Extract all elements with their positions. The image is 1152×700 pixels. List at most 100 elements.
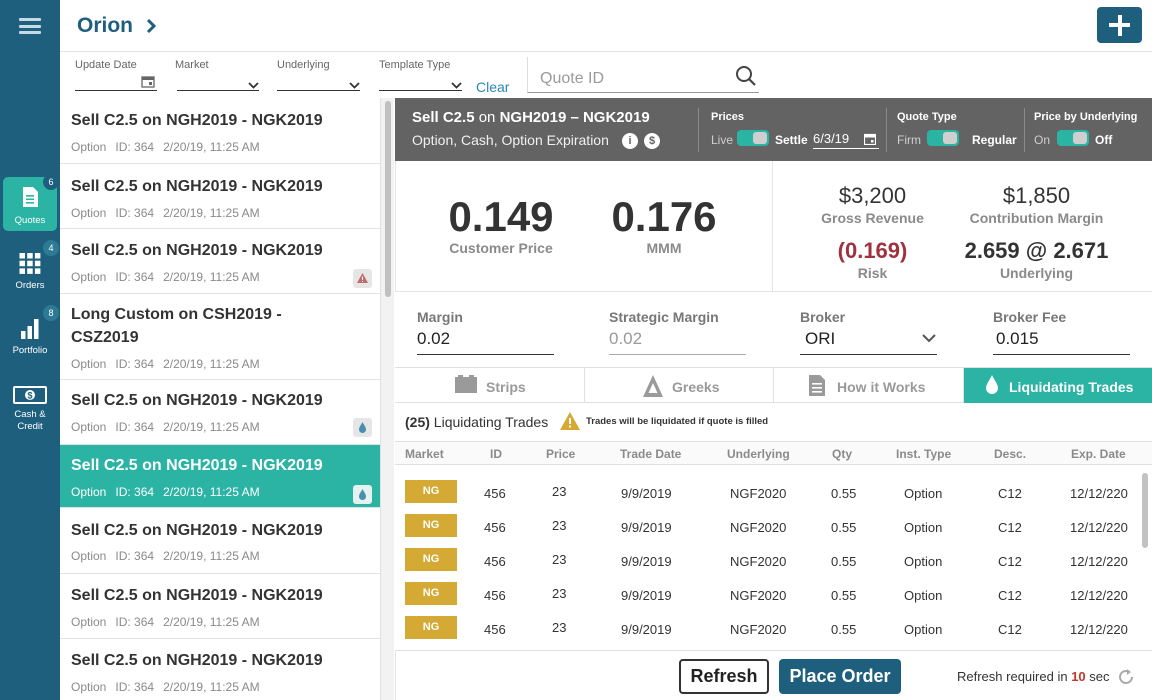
nav-portfolio-label: Portfolio — [12, 345, 48, 356]
margin-field[interactable]: Margin 0.02 — [417, 309, 554, 355]
col-exp-date[interactable]: Exp. Date — [1071, 447, 1126, 461]
nav-orders[interactable]: 4 Orders — [3, 240, 59, 297]
table-row[interactable]: NG 456 23 9/9/2019 NGF2020 0.55 Option C… — [395, 476, 1140, 510]
price-by-underlying-toggle[interactable] — [1057, 130, 1089, 146]
list-item[interactable]: Sell C2.5 on NGH2019 - NGK2019 Option ID:… — [60, 508, 380, 574]
bar-chart-icon — [21, 319, 39, 339]
tab-greeks[interactable]: Greeks — [585, 368, 774, 403]
underlying-filter[interactable]: Underlying — [277, 59, 360, 91]
list-scrollbar[interactable] — [380, 98, 394, 700]
col-inst-type[interactable]: Inst. Type — [896, 447, 951, 461]
menu-icon[interactable] — [19, 18, 41, 34]
list-item-title: Sell C2.5 on NGH2019 - NGK2019 — [71, 178, 323, 195]
table-row[interactable]: NG 456 23 9/9/2019 NGF2020 0.55 Option C… — [395, 578, 1140, 612]
cell-exp-date: 12/12/220 — [1070, 588, 1128, 603]
template-type-filter[interactable]: Template Type — [379, 59, 462, 91]
list-item-meta: Option ID: 364 2/20/19, 11:25 AM — [71, 485, 260, 499]
market-filter[interactable]: Market — [175, 59, 259, 91]
list-item-meta: Option ID: 364 2/20/19, 11:25 AM — [71, 549, 260, 563]
action-footer: Refresh Place Order Refresh required in … — [395, 650, 1152, 700]
broker-value[interactable]: ORI — [805, 329, 835, 349]
cell-inst-type: Option — [904, 554, 943, 569]
strategic-margin-field: Strategic Margin 0.02 — [609, 309, 746, 355]
col-underlying[interactable]: Underlying — [727, 447, 790, 461]
drop-icon — [986, 375, 998, 394]
nav-quotes[interactable]: 6 Quotes — [3, 174, 59, 231]
cell-trade-date: 9/9/2019 — [621, 554, 672, 569]
settle-date: 6/3/19 — [813, 131, 850, 146]
place-order-button[interactable]: Place Order — [779, 659, 901, 694]
chevron-down-icon — [451, 82, 462, 89]
chevron-right-icon[interactable] — [146, 18, 156, 34]
table-row[interactable]: NG 456 23 9/9/2019 NGF2020 0.55 Option C… — [395, 612, 1140, 646]
list-item[interactable]: Long Custom on CSH2019 - CSZ2019 Option I… — [60, 294, 380, 380]
quote-id-search[interactable]: Quote ID — [527, 57, 759, 93]
nav-portfolio[interactable]: 8 Portfolio — [3, 305, 59, 362]
app-title[interactable]: Orion — [77, 14, 133, 38]
broker-fee-input[interactable]: 0.015 — [996, 329, 1039, 349]
strips-icon — [455, 375, 477, 393]
refresh-button[interactable]: Refresh — [679, 659, 769, 694]
col-desc[interactable]: Desc. — [994, 447, 1026, 461]
cell-desc: C12 — [998, 486, 1022, 501]
margin-input[interactable]: 0.02 — [417, 329, 450, 349]
calendar-icon[interactable] — [864, 133, 876, 145]
liquidating-trades-title: (25) Liquidating Trades — [405, 414, 549, 430]
nav-cash-credit[interactable]: $ Cash & Credit — [3, 379, 57, 433]
refresh-icon[interactable] — [1116, 667, 1136, 687]
col-market[interactable]: Market — [405, 447, 444, 461]
filter-bar: Update Date Market Underlying Template T… — [60, 52, 1152, 98]
cell-qty: 0.55 — [831, 588, 857, 603]
col-trade-date[interactable]: Trade Date — [620, 447, 681, 461]
list-scroll-thumb[interactable] — [385, 101, 391, 297]
grid-icon — [19, 253, 41, 274]
cell-price: 23 — [552, 586, 567, 601]
chevron-down-icon[interactable] — [922, 334, 936, 343]
list-item-title: Sell C2.5 on NGH2019 - NGK2019 — [71, 242, 323, 259]
col-price[interactable]: Price — [546, 447, 575, 461]
quote-id-input[interactable]: Quote ID — [540, 70, 604, 88]
list-item-title: Sell C2.5 on NGH2019 - NGK2019 — [71, 652, 323, 669]
list-item[interactable]: Sell C2.5 on NGH2019 - NGK2019 Option ID:… — [60, 639, 380, 700]
kebab-menu-icon[interactable] — [359, 354, 364, 378]
table-row[interactable]: NG 456 23 9/9/2019 NGF2020 0.55 Option C… — [395, 544, 1140, 578]
col-qty[interactable]: Qty — [832, 447, 852, 461]
info-icon[interactable]: i — [622, 133, 638, 149]
list-item[interactable]: Sell C2.5 on NGH2019 - NGK2019 Option ID:… — [60, 229, 380, 294]
svg-text:$: $ — [27, 391, 32, 401]
cell-underlying: NGF2020 — [730, 520, 787, 535]
list-item[interactable]: Sell C2.5 on NGH2019 - NGK2019 Option ID:… — [60, 380, 380, 445]
risk-label: Risk — [857, 265, 888, 281]
broker-fee-field[interactable]: Broker Fee 0.015 — [993, 309, 1130, 355]
cell-trade-date: 9/9/2019 — [621, 588, 672, 603]
settle-date-field[interactable]: 6/3/19 — [813, 131, 879, 149]
calendar-icon[interactable] — [141, 75, 155, 88]
list-item-meta: Option ID: 364 2/20/19, 11:25 AM — [71, 615, 260, 629]
margin-label: Margin — [417, 309, 463, 325]
table-row[interactable]: NG 456 23 9/9/2019 NGF2020 0.55 Option C… — [395, 510, 1140, 544]
prices-toggle[interactable] — [737, 130, 769, 146]
list-item[interactable]: Sell C2.5 on NGH2019 - NGK2019 Option ID:… — [60, 98, 380, 164]
add-button[interactable] — [1097, 7, 1142, 43]
broker-label: Broker — [800, 309, 846, 325]
clear-link[interactable]: Clear — [476, 79, 509, 95]
broker-select[interactable]: Broker ORI — [800, 309, 937, 355]
list-item[interactable]: Sell C2.5 on NGH2019 - NGK2019 Option ID:… — [60, 164, 380, 229]
tab-how-it-works[interactable]: How it Works — [774, 368, 964, 403]
trades-scroll-thumb[interactable] — [1142, 473, 1148, 548]
trades-scrollbar[interactable] — [1140, 466, 1152, 650]
search-icon[interactable] — [735, 65, 757, 87]
list-item[interactable]: Sell C2.5 on NGH2019 - NGK2019 Option ID:… — [60, 574, 380, 639]
update-date-filter[interactable]: Update Date — [75, 59, 157, 91]
quote-type-toggle[interactable] — [927, 130, 959, 146]
list-item-title: Sell C2.5 on NGH2019 - NGK2019 — [71, 457, 323, 474]
quotes-badge: 6 — [43, 174, 59, 190]
list-item-selected[interactable]: Sell C2.5 on NGH2019 - NGK2019 Option ID:… — [60, 445, 380, 508]
dollar-icon[interactable]: $ — [644, 133, 660, 149]
cell-id: 456 — [484, 622, 506, 637]
cell-exp-date: 12/12/220 — [1070, 622, 1128, 637]
tab-strips[interactable]: Strips — [395, 368, 585, 403]
tab-liquidating-trades[interactable]: Liquidating Trades — [964, 368, 1152, 403]
contribution-margin: $1,850 — [1002, 183, 1071, 208]
col-id[interactable]: ID — [490, 447, 502, 461]
